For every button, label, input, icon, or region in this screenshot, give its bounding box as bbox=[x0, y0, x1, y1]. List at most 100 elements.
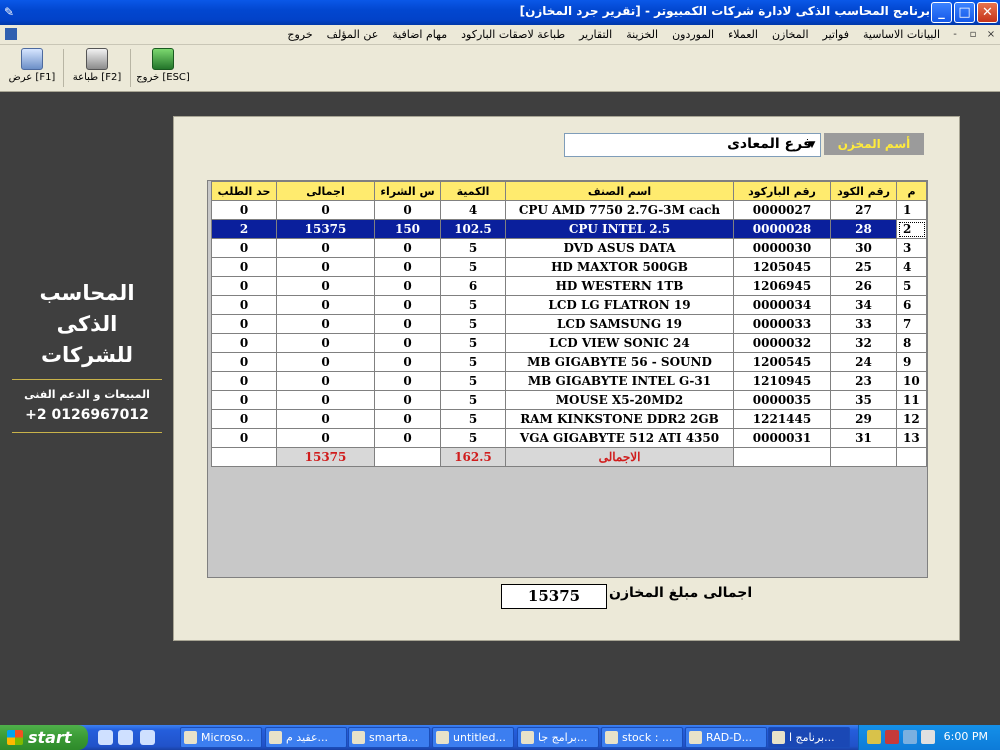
col-header-total[interactable]: اجمالى bbox=[276, 181, 375, 201]
print-button[interactable]: طباعة [F2] bbox=[66, 48, 128, 90]
table-cell[interactable]: 0 bbox=[276, 295, 375, 315]
table-cell[interactable]: 5 bbox=[440, 314, 506, 334]
table-cell[interactable]: 3 bbox=[896, 238, 927, 258]
taskbar-task[interactable]: Microso... bbox=[180, 727, 262, 748]
table-row[interactable]: 6 34 0000034 LCD LG FLATRON 19 5 0 0 0 bbox=[211, 295, 927, 315]
table-cell[interactable]: 1221445 bbox=[733, 409, 831, 429]
table-cell[interactable]: 0 bbox=[276, 409, 375, 429]
table-cell[interactable]: MB GIGABYTE INTEL G-31 bbox=[505, 371, 734, 391]
table-row[interactable]: 13 31 0000031 VGA GIGABYTE 512 ATI 4350 5 0 0 0 bbox=[211, 428, 927, 448]
table-cell[interactable]: 5 bbox=[440, 295, 506, 315]
table-cell[interactable]: 31 bbox=[830, 428, 897, 448]
menu-suppliers[interactable]: الموردون bbox=[672, 28, 714, 41]
table-cell[interactable]: 0 bbox=[211, 352, 277, 372]
table-cell[interactable]: 0 bbox=[211, 371, 277, 391]
menu-treasury[interactable]: الخزينة bbox=[626, 28, 658, 41]
table-row[interactable]: 9 24 1200545 MB GIGABYTE 56 - SOUND 5 0 0 0 bbox=[211, 352, 927, 372]
table-cell[interactable]: 5 bbox=[440, 390, 506, 410]
menu-customers[interactable]: العملاء bbox=[728, 28, 758, 41]
table-cell[interactable]: RAM KINKSTONE DDR2 2GB bbox=[505, 409, 734, 429]
table-cell[interactable]: 9 bbox=[896, 352, 927, 372]
taskbar-task[interactable]: برامج جا... bbox=[517, 727, 599, 748]
taskbar-task[interactable]: برنامج ا... bbox=[768, 727, 850, 748]
table-cell[interactable]: HD MAXTOR 500GB bbox=[505, 257, 734, 277]
col-header-barcode[interactable]: رقم الباركود bbox=[733, 181, 831, 201]
app-icon[interactable]: ✎ bbox=[4, 5, 18, 19]
mdi-close-button[interactable]: × bbox=[984, 28, 998, 42]
table-cell[interactable]: 5 bbox=[440, 352, 506, 372]
table-cell[interactable]: MB GIGABYTE 56 - SOUND bbox=[505, 352, 734, 372]
table-cell[interactable]: 0 bbox=[374, 200, 441, 220]
table-cell[interactable]: 0 bbox=[211, 333, 277, 353]
table-cell[interactable]: LCD VIEW SONIC 24 bbox=[505, 333, 734, 353]
taskbar-task[interactable]: stock : ... bbox=[601, 727, 683, 748]
table-cell[interactable]: 2 bbox=[211, 219, 277, 239]
table-cell[interactable]: 0000032 bbox=[733, 333, 831, 353]
table-cell[interactable]: 15375 bbox=[276, 219, 375, 239]
table-row[interactable]: 8 32 0000032 LCD VIEW SONIC 24 5 0 0 0 bbox=[211, 333, 927, 353]
table-cell[interactable]: 0000033 bbox=[733, 314, 831, 334]
table-cell[interactable]: 0 bbox=[211, 390, 277, 410]
table-cell[interactable]: DVD ASUS DATA bbox=[505, 238, 734, 258]
table-cell[interactable]: 0000035 bbox=[733, 390, 831, 410]
menu-stores[interactable]: المخازن bbox=[772, 28, 809, 41]
table-cell[interactable]: 0 bbox=[374, 352, 441, 372]
table-cell[interactable]: 150 bbox=[374, 219, 441, 239]
table-cell[interactable]: 1210945 bbox=[733, 371, 831, 391]
table-cell[interactable]: CPU AMD 7750 2.7G-3M cach bbox=[505, 200, 734, 220]
table-cell[interactable]: 0000028 bbox=[733, 219, 831, 239]
table-cell[interactable]: 0 bbox=[276, 333, 375, 353]
document-icon[interactable] bbox=[5, 28, 17, 40]
table-row[interactable]: 1 27 0000027 CPU AMD 7750 2.7G-3M cach 4 0 0 0 bbox=[211, 200, 927, 220]
taskbar-task[interactable]: RAD-D... bbox=[685, 727, 767, 748]
table-cell[interactable]: 0 bbox=[276, 276, 375, 296]
tray-icon[interactable] bbox=[885, 730, 899, 744]
table-cell[interactable]: 0 bbox=[374, 409, 441, 429]
table-cell[interactable]: 25 bbox=[830, 257, 897, 277]
table-cell[interactable]: 5 bbox=[440, 333, 506, 353]
table-cell[interactable]: 0 bbox=[211, 428, 277, 448]
table-cell[interactable]: 32 bbox=[830, 333, 897, 353]
taskbar-task[interactable]: عقيد م... bbox=[265, 727, 347, 748]
table-cell[interactable]: 0000027 bbox=[733, 200, 831, 220]
store-select[interactable]: فرع المعادى ▼ bbox=[564, 133, 821, 157]
table-row[interactable]: 11 35 0000035 MOUSE X5-20MD2 5 0 0 0 bbox=[211, 390, 927, 410]
menu-invoices[interactable]: فواتير bbox=[823, 28, 849, 41]
menu-basic-data[interactable]: البيانات الاساسية bbox=[863, 28, 940, 41]
table-cell[interactable]: LCD SAMSUNG 19 bbox=[505, 314, 734, 334]
table-cell[interactable]: 1 bbox=[896, 200, 927, 220]
table-cell[interactable]: 0000030 bbox=[733, 238, 831, 258]
table-cell[interactable]: 13 bbox=[896, 428, 927, 448]
table-cell[interactable]: 4 bbox=[440, 200, 506, 220]
table-cell[interactable]: 0 bbox=[374, 314, 441, 334]
table-cell[interactable]: 28 bbox=[830, 219, 897, 239]
table-cell[interactable]: 34 bbox=[830, 295, 897, 315]
table-row[interactable]: 10 23 1210945 MB GIGABYTE INTEL G-31 5 0 0 0 bbox=[211, 371, 927, 391]
table-cell[interactable]: 0 bbox=[211, 257, 277, 277]
tray-icon[interactable] bbox=[867, 730, 881, 744]
table-cell[interactable]: 5 bbox=[440, 409, 506, 429]
table-cell[interactable]: 4 bbox=[896, 257, 927, 277]
table-cell[interactable]: 0 bbox=[374, 390, 441, 410]
col-header-item-name[interactable]: اسم الصنف bbox=[505, 181, 734, 201]
start-button[interactable]: start bbox=[0, 725, 88, 750]
mdi-minimize-button[interactable]: - bbox=[948, 28, 962, 42]
table-cell[interactable]: 6 bbox=[896, 295, 927, 315]
table-cell[interactable]: 2 bbox=[896, 219, 927, 239]
table-cell[interactable]: 0 bbox=[211, 276, 277, 296]
table-cell[interactable]: VGA GIGABYTE 512 ATI 4350 bbox=[505, 428, 734, 448]
table-cell[interactable]: 35 bbox=[830, 390, 897, 410]
col-header-purchase-price[interactable]: س الشراء bbox=[374, 181, 441, 201]
table-row[interactable]: 7 33 0000033 LCD SAMSUNG 19 5 0 0 0 bbox=[211, 314, 927, 334]
browser-quicklaunch-icon[interactable] bbox=[118, 730, 133, 745]
table-cell[interactable]: 24 bbox=[830, 352, 897, 372]
taskbar-task[interactable]: untitled... bbox=[432, 727, 514, 748]
minimize-button[interactable]: _ bbox=[931, 2, 952, 23]
menu-about[interactable]: عن المؤلف bbox=[327, 28, 379, 41]
menu-exit[interactable]: خروج bbox=[287, 28, 312, 41]
table-cell[interactable]: 0000034 bbox=[733, 295, 831, 315]
table-cell[interactable]: 5 bbox=[896, 276, 927, 296]
table-cell[interactable]: 5 bbox=[440, 428, 506, 448]
table-cell[interactable]: 0 bbox=[374, 276, 441, 296]
view-button[interactable]: عرض [F1] bbox=[4, 48, 60, 90]
